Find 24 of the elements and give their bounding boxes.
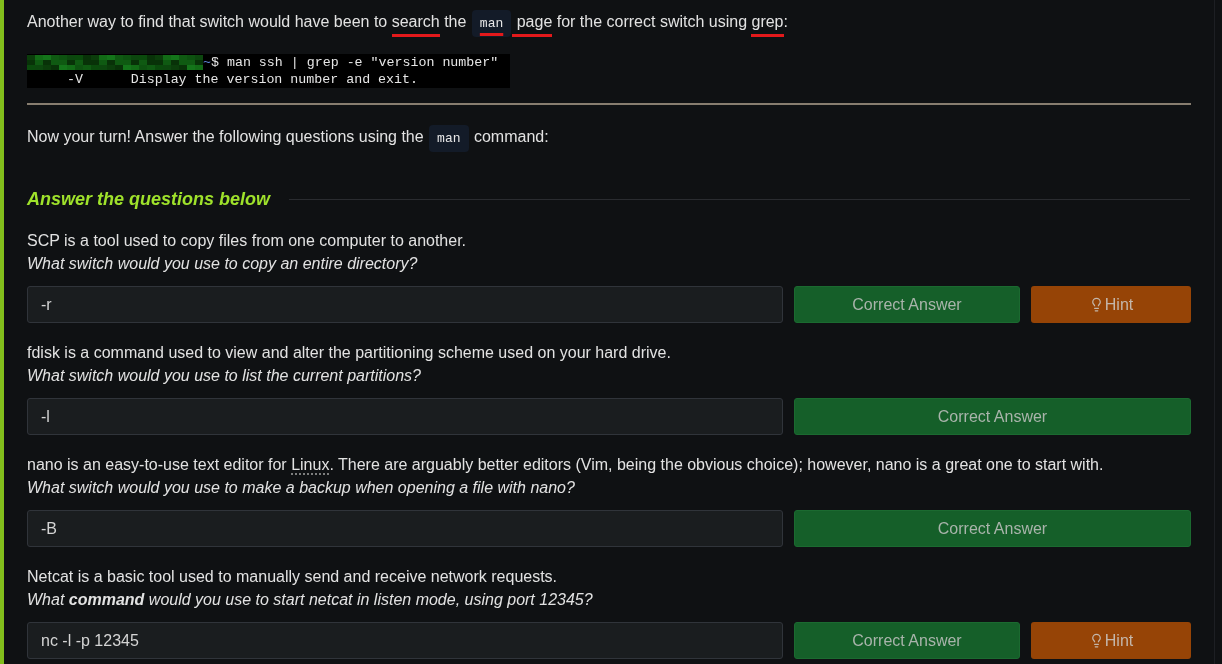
question-text: What switch would you use to copy an entire directory? <box>27 254 419 274</box>
question-description: SCP is a tool used to copy files from one computer to another. <box>27 231 468 251</box>
answer-field[interactable]: -l <box>27 398 783 435</box>
question-description: fdisk is a command used to view and alter the partitioning scheme used on your hard drive. <box>27 343 672 363</box>
answer-field[interactable]: nc -l -p 12345 <box>27 622 783 659</box>
question-text: What command would you use to start netcat in listen mode, using port 12345? <box>27 590 594 610</box>
terminal-output-line: -V Display the version number and exit. <box>65 71 418 88</box>
terminal-command: ~$ man ssh | grep -e "version number" <box>203 54 499 71</box>
answer-field[interactable]: -B <box>27 510 783 547</box>
hint-button[interactable]: Hint <box>1031 286 1191 323</box>
answer-field[interactable]: -r <box>27 286 783 323</box>
question-text: What switch would you use to make a backup when opening a file with nano? <box>27 478 576 498</box>
submit-button[interactable]: Correct Answer <box>794 622 1020 659</box>
question-text: What switch would you use to list the current partitions? <box>27 366 422 386</box>
submit-button[interactable]: Correct Answer <box>794 398 1191 435</box>
submit-button[interactable]: Correct Answer <box>794 510 1191 547</box>
paragraph: Now your turn! Answer the following questions using the man command: <box>27 125 1191 151</box>
paragraph: Another way to find that switch would have been to search the man page for the correct switch using grep: <box>27 10 1191 36</box>
question-description: nano is an easy-to-use text editor for Linux. There are arguably better editors (Vim, being the obvious choice); however, nano is a great one to start with. <box>27 455 1105 475</box>
question-description: Netcat is a basic tool used to manually send and receive network requests. <box>27 567 559 587</box>
submit-button[interactable]: Correct Answer <box>794 286 1020 323</box>
section-heading: Answer the questions below <box>27 188 271 211</box>
hint-button[interactable]: Hint <box>1031 622 1191 659</box>
link[interactable]: Linux <box>291 456 330 473</box>
